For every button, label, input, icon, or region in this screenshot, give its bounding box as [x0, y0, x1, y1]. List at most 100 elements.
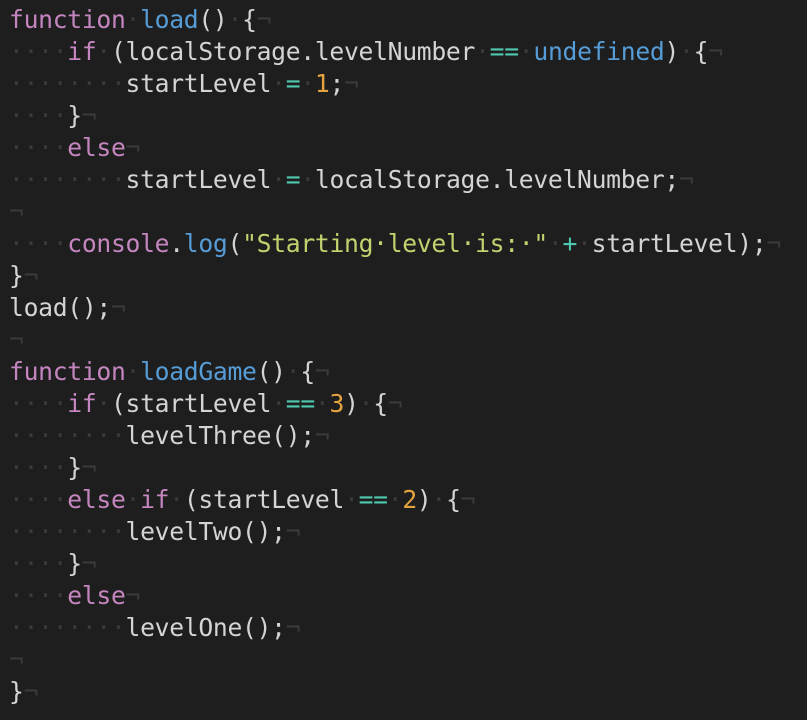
line-end-marker: ¬ — [678, 165, 694, 194]
whitespace-marker: · — [271, 389, 286, 418]
code-token: == — [358, 485, 388, 514]
code-token: 2 — [402, 485, 417, 514]
whitespace-marker: ···· — [9, 549, 68, 578]
code-token: load — [140, 5, 199, 34]
code-line[interactable]: ····}¬ — [9, 100, 807, 132]
code-line[interactable]: ····else¬ — [9, 132, 807, 164]
line-end-marker: ¬ — [766, 229, 781, 258]
code-token: ; — [329, 69, 345, 98]
code-token: (localStorage.levelNumber — [110, 37, 476, 66]
line-end-marker: ¬ — [708, 37, 723, 66]
code-line[interactable]: ¬ — [9, 324, 807, 356]
code-line[interactable]: ········levelThree();¬ — [9, 420, 807, 452]
whitespace-marker: · — [387, 485, 403, 514]
line-end-marker: ¬ — [285, 517, 301, 546]
whitespace-marker: · — [169, 485, 184, 514]
code-token: } — [67, 453, 82, 482]
code-line[interactable]: ····}¬ — [9, 452, 807, 484]
code-token: () — [198, 5, 228, 34]
code-token: levelThree(); — [125, 421, 316, 450]
line-end-marker: ¬ — [9, 197, 24, 226]
code-token: undefined — [533, 37, 665, 66]
code-line[interactable]: }¬ — [9, 676, 807, 708]
code-token: ) — [344, 389, 359, 418]
whitespace-marker: · — [271, 69, 286, 98]
code-line[interactable]: ····else¬ — [9, 580, 807, 612]
whitespace-marker: · — [271, 165, 286, 194]
line-end-marker: ¬ — [9, 645, 24, 674]
code-token: == — [489, 37, 519, 66]
line-end-marker: ¬ — [81, 453, 97, 482]
code-token: startLevel — [125, 165, 272, 194]
whitespace-marker: ···· — [9, 229, 68, 258]
whitespace-marker: · — [679, 37, 694, 66]
code-token: else — [67, 581, 126, 610]
whitespace-marker: · — [577, 229, 592, 258]
code-token: console — [67, 229, 170, 258]
code-token: (startLevel — [110, 389, 272, 418]
code-line[interactable]: }¬ — [9, 260, 807, 292]
code-line[interactable]: function·loadGame()·{¬ — [9, 356, 807, 388]
code-token: startLevel); — [591, 229, 767, 258]
whitespace-marker: ········ — [9, 421, 126, 450]
whitespace-marker: ···· — [9, 37, 68, 66]
code-token: function — [9, 5, 126, 34]
code-token: localStorage.levelNumber; — [314, 165, 679, 194]
code-line[interactable]: ····if·(localStorage.levelNumber·==·unde… — [9, 36, 807, 68]
code-token: loadGame — [140, 357, 257, 386]
whitespace-marker: · — [125, 5, 141, 34]
code-line[interactable]: ····console.log("Starting·level·is:·"·+·… — [9, 228, 807, 260]
code-line[interactable]: ¬ — [9, 644, 807, 676]
line-end-marker: ¬ — [314, 357, 330, 386]
whitespace-marker: ···· — [9, 133, 68, 162]
code-token: ) — [664, 37, 680, 66]
whitespace-marker: · — [344, 485, 359, 514]
whitespace-marker: · — [96, 389, 111, 418]
code-line[interactable]: ····else·if·(startLevel·==·2)·{¬ — [9, 484, 807, 516]
code-line[interactable]: ········levelOne();¬ — [9, 612, 807, 644]
whitespace-marker: · — [300, 165, 315, 194]
code-token: = — [285, 69, 301, 98]
whitespace-marker: · — [518, 37, 534, 66]
whitespace-marker: ········ — [9, 165, 126, 194]
whitespace-marker: · — [227, 5, 243, 34]
code-line[interactable]: ····}¬ — [9, 548, 807, 580]
code-token: log — [183, 229, 228, 258]
code-line[interactable]: ¬ — [9, 196, 807, 228]
whitespace-marker: · — [475, 37, 490, 66]
code-token: 3 — [329, 389, 345, 418]
code-token: 1 — [314, 69, 330, 98]
line-end-marker: ¬ — [125, 133, 141, 162]
code-line[interactable]: ········startLevel·=·1;¬ — [9, 68, 807, 100]
code-line[interactable]: load();¬ — [9, 292, 807, 324]
whitespace-marker: ···· — [9, 389, 68, 418]
code-line[interactable]: ········levelTwo();¬ — [9, 516, 807, 548]
line-end-marker: ¬ — [285, 613, 301, 642]
whitespace-marker: · — [547, 229, 563, 258]
code-token: () — [256, 357, 286, 386]
code-token: = — [285, 165, 301, 194]
code-line[interactable]: function·load()·{¬ — [9, 4, 807, 36]
code-token: + — [562, 229, 578, 258]
line-end-marker: ¬ — [81, 549, 97, 578]
code-token: load(); — [9, 293, 111, 322]
code-token: if — [67, 37, 97, 66]
whitespace-marker: · — [300, 69, 315, 98]
code-token: ) — [416, 485, 432, 514]
whitespace-marker: · — [285, 357, 301, 386]
line-end-marker: ¬ — [110, 293, 126, 322]
whitespace-marker: ···· — [9, 453, 68, 482]
code-token: startLevel — [125, 69, 272, 98]
whitespace-marker: · — [96, 37, 111, 66]
code-token: . — [169, 229, 184, 258]
code-token: if — [67, 389, 97, 418]
code-token: } — [9, 261, 24, 290]
code-editor[interactable]: function·load()·{¬ ····if·(localStorage.l… — [0, 0, 807, 720]
code-token: } — [67, 549, 82, 578]
code-line[interactable]: ········startLevel·=·localStorage.levelN… — [9, 164, 807, 196]
whitespace-marker: · — [431, 485, 447, 514]
code-line[interactable]: ····if·(startLevel·==·3)·{¬ — [9, 388, 807, 420]
code-token: else — [67, 485, 126, 514]
code-token: function — [9, 357, 126, 386]
code-token: (startLevel — [183, 485, 345, 514]
